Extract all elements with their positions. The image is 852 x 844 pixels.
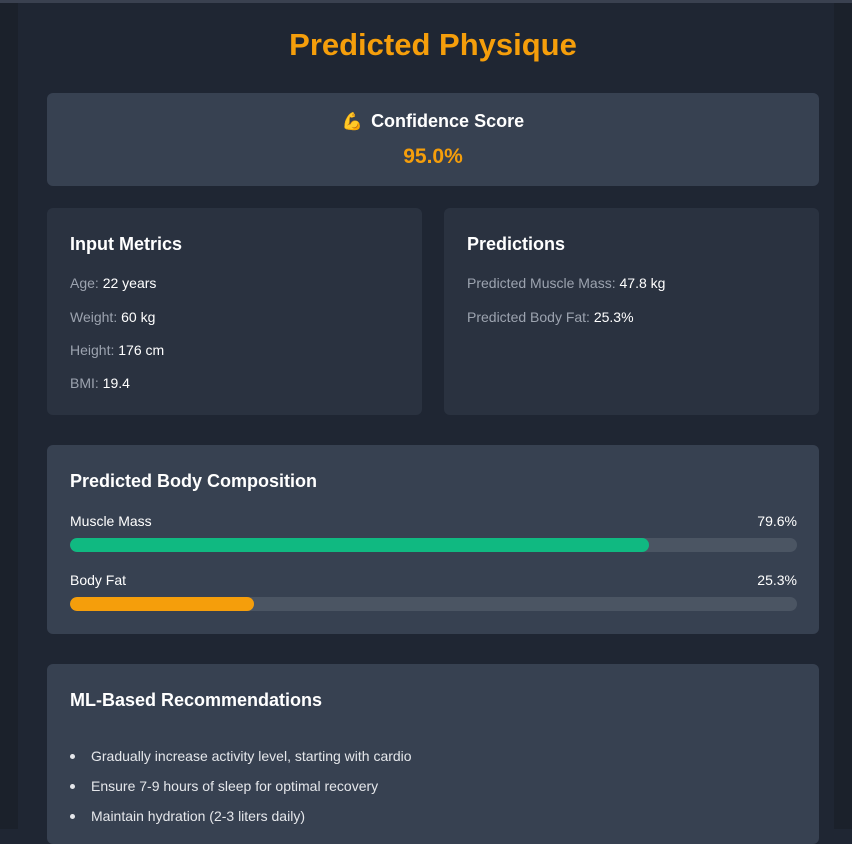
list-item: Maintain hydration (2-3 liters daily) [70, 808, 412, 838]
recommendations-card: ML-Based Recommendations Gradually incre… [47, 664, 819, 844]
recommendations-heading: ML-Based Recommendations [70, 690, 323, 710]
input-metrics-card: Input Metrics Age: 22 years Weight: 60 k… [47, 208, 422, 415]
metric-label: BMI: [70, 375, 99, 391]
input-metrics-heading: Input Metrics [70, 234, 183, 254]
predictions-heading: Predictions [467, 234, 566, 254]
body-composition-heading: Predicted Body Composition [70, 471, 318, 491]
left-margin [0, 3, 18, 829]
metric-value: 176 cm [118, 342, 165, 358]
metric-value: 19.4 [102, 375, 130, 391]
confidence-value: 95.0% [403, 145, 463, 168]
app-frame: Predicted Physique 💪 Confidence Score 95.… [0, 0, 852, 844]
confidence-heading: 💪 Confidence Score [47, 111, 819, 132]
body-fat-progress-fill [70, 597, 254, 611]
confidence-card: 💪 Confidence Score 95.0% [47, 93, 819, 186]
body-fat-percent: 25.3% [757, 572, 797, 588]
prediction-label: Predicted Body Fat: [467, 309, 590, 325]
body-fat-progress-track [70, 597, 797, 611]
metric-height: Height: 176 cm [70, 342, 164, 358]
confidence-heading-label: Confidence Score [371, 111, 525, 131]
prediction-value: 25.3% [593, 309, 634, 325]
metric-label: Height: [70, 342, 115, 358]
recommendation-text: Ensure 7-9 hours of sleep for optimal re… [91, 778, 379, 794]
metric-weight: Weight: 60 kg [70, 309, 155, 325]
predictions-card: Predictions Predicted Muscle Mass: 47.8 … [444, 208, 819, 415]
recommendation-text: Gradually increase activity level, start… [91, 748, 412, 764]
metric-label: Age: [70, 275, 99, 291]
recommendations-list: Gradually increase activity level, start… [70, 748, 412, 838]
list-item: Ensure 7-9 hours of sleep for optimal re… [70, 778, 412, 808]
body-fat-label: Body Fat [70, 572, 127, 588]
body-composition-card: Predicted Body Composition Muscle Mass 7… [47, 445, 819, 634]
prediction-body-fat: Predicted Body Fat: 25.3% [467, 309, 634, 325]
muscle-mass-progress-fill [70, 538, 649, 552]
muscle-mass-label: Muscle Mass [70, 513, 152, 529]
metric-value: 60 kg [121, 309, 156, 325]
bullet-icon [70, 754, 75, 759]
list-item: Gradually increase activity level, start… [70, 748, 412, 778]
muscle-mass-percent: 79.6% [757, 513, 797, 529]
bullet-icon [70, 784, 75, 789]
muscle-mass-progress-track [70, 538, 797, 552]
prediction-value: 47.8 kg [619, 275, 666, 291]
bullet-icon [70, 814, 75, 819]
flexed-biceps-icon: 💪 [341, 112, 364, 131]
recommendation-text: Maintain hydration (2-3 liters daily) [91, 808, 305, 824]
metric-bmi: BMI: 19.4 [70, 375, 130, 391]
right-margin [834, 3, 852, 829]
metric-label: Weight: [70, 309, 118, 325]
metric-age: Age: 22 years [70, 275, 156, 291]
page-title: Predicted Physique [289, 27, 577, 62]
prediction-muscle-mass: Predicted Muscle Mass: 47.8 kg [467, 275, 665, 291]
metric-value: 22 years [102, 275, 157, 291]
prediction-label: Predicted Muscle Mass: [467, 275, 616, 291]
